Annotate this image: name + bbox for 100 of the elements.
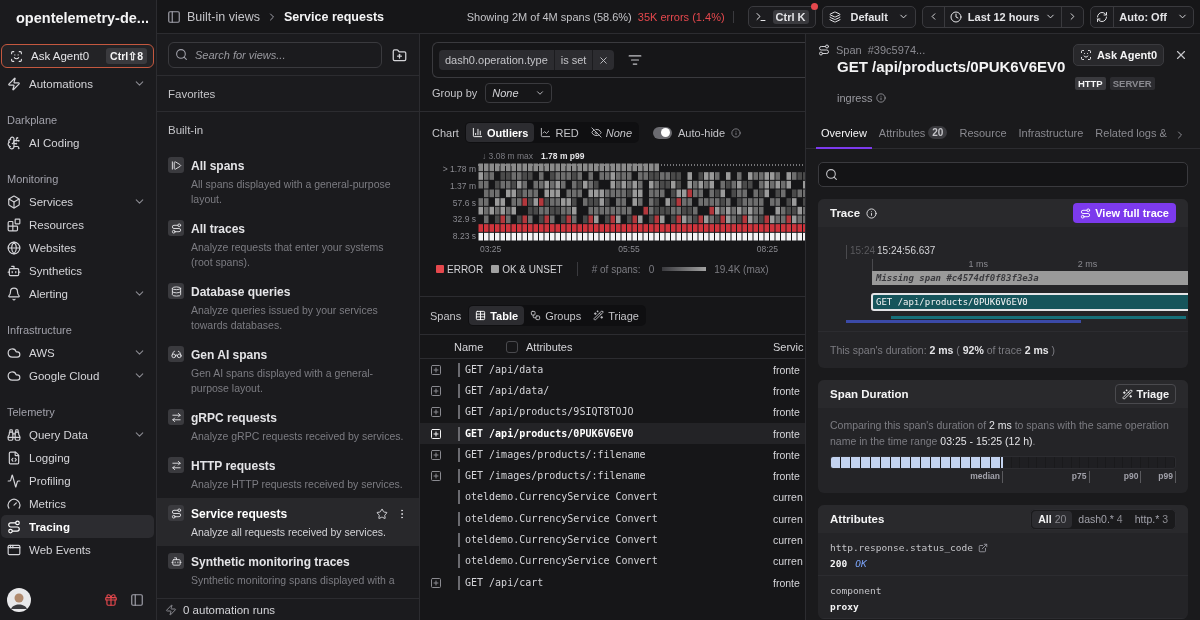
tab[interactable]: Infrastructure [1013,122,1089,149]
ask-agent-button[interactable]: Ask Agent0 [1072,44,1164,66]
axis-label: 57.6 s [452,197,476,208]
automation-runs[interactable]: 0 automation runs [157,598,419,620]
sidebar-item[interactable]: Profiling [1,469,154,492]
external-link-icon[interactable] [978,542,988,553]
sidebar-item[interactable]: AI Coding [1,131,154,154]
sidebar-item[interactable]: Automations [1,72,154,95]
table-cell-text: curren [773,491,804,504]
sidebar-item[interactable]: Logging [1,446,154,469]
count-min: 0 [648,263,655,275]
time-range-dropdown[interactable]: Last 12 hours [944,6,1063,27]
view-description: Analyze HTTP requests received by services. [191,477,404,492]
table-row[interactable]: GET /images/products/:filename fronte [420,465,805,487]
panel-icon[interactable] [167,9,181,24]
tab[interactable]: Resource [954,122,1012,149]
selected-view-item[interactable]: Service requests Analyze all requests received by services. [157,498,419,546]
tick-label: 2 ms [1076,259,1098,271]
selected-span-bar[interactable]: GET /api/products/0PUK6V6EV0 [871,293,1188,311]
sidebar-item[interactable]: Web Events [1,538,154,561]
table-row[interactable]: oteldemo.CurrencyService Convert curren [420,529,805,551]
notification-dot [810,2,818,10]
view-link[interactable]: Gen AI spans [191,346,401,364]
view-link[interactable]: Database queries [191,283,401,301]
table-row[interactable]: oteldemo.CurrencyService Convert curren [420,508,805,530]
sidebar-item[interactable]: Google Cloud [1,364,154,387]
view-description: Synthetic monitoring spans displayed with a [191,573,396,588]
workspace-name: opentelemetry-de... [16,10,149,26]
section-title: Favorites [157,76,419,112]
sidebar-item[interactable]: Metrics [1,492,154,515]
table-row[interactable]: GET /api/data/ fronte [420,380,805,402]
sidebar-item[interactable]: Services [1,190,154,213]
checkbox[interactable] [506,340,518,353]
axis-label: 32.9 s [452,214,476,225]
spans-view-tab[interactable]: Groups [524,306,588,325]
search-field[interactable] [818,162,1188,187]
auto-refresh-dropdown[interactable]: Auto: Off [1114,6,1193,27]
attribute-key: component [830,585,882,596]
new-folder-icon[interactable] [392,47,407,63]
error-count: 35K errors (1.4%) [637,10,734,23]
axis-label: 05:55 [618,244,640,254]
breadcrumb-link[interactable]: Built-in views [187,9,260,24]
table-cell-text: fronte [773,384,801,397]
tab[interactable]: Related logs & [1090,122,1172,149]
table-cell: oteldemo.CurrencyService Convert [458,490,773,505]
table-cell-text: curren [773,534,804,546]
sidebar-item[interactable]: Synthetics [1,259,154,282]
view-link[interactable]: Synthetic monitoring traces [191,553,401,571]
view-link[interactable]: gRPC requests [191,409,401,427]
chart-mode-tab[interactable]: RED [534,123,585,142]
sidebar-item[interactable]: Query Data [1,423,154,446]
tab[interactable]: Attributes 20 [873,122,953,149]
chart-mode-tab[interactable]: Outliers [465,123,535,142]
spans-view-tab[interactable]: Table [469,306,525,325]
group-by-label: Group by [432,87,478,99]
filter-icon[interactable] [628,53,643,67]
table-row[interactable]: GET /api/data fronte [420,359,805,381]
collapse-sidebar-icon[interactable] [130,593,144,607]
route-icon [7,519,21,534]
sidebar-item[interactable]: AWS [1,341,154,364]
view-link[interactable]: All traces [191,220,401,238]
sidebar-item[interactable]: Tracing [1,515,154,538]
missing-span-bar: Missing span #c4574df0f83f3e3a [872,271,1188,285]
table-cell: oteldemo.CurrencyService Convert [458,533,773,547]
sidebar-item[interactable]: Alerting [1,282,154,305]
sidebar-item[interactable]: Websites [1,236,154,259]
card-title: Span Duration [830,388,909,400]
table-row[interactable]: GET /api/cart fronte [420,571,805,594]
ask-agent-button[interactable]: Ask Agent0 Ctrl⇧8 [1,44,154,68]
chart-mode-tab[interactable]: None [584,123,638,142]
group-by-dropdown[interactable]: None [485,83,552,103]
filter-tab[interactable]: http.* 3 [1128,510,1174,528]
view-link[interactable]: HTTP requests [191,457,401,475]
gift-icon[interactable] [104,593,118,607]
table-cell: oteldemo.CurrencyService Convert [458,511,773,526]
star-icon[interactable] [376,508,388,520]
view-link[interactable]: Service requests [191,505,369,523]
command-button[interactable]: Ctrl K [747,5,816,28]
view-full-trace-button[interactable]: View full trace [1073,203,1176,223]
tab[interactable]: Overview [816,122,872,149]
table-row[interactable]: oteldemo.CurrencyService Convert curren [420,550,805,572]
table-cell: GET /api/data [458,362,773,377]
auto-hide-toggle[interactable] [653,126,672,139]
filter-field[interactable]: dash0.operation.type is set [432,42,805,78]
table-row[interactable]: GET /api/products/9SIQT8TOJO fronte [420,401,805,423]
view-link[interactable]: All spans [191,157,401,175]
spans-view-tab[interactable]: Triage [587,306,645,325]
search-field[interactable]: Search for views... [168,42,382,68]
table-row[interactable]: GET /images/products/:filename fronte [420,444,805,466]
sidebar-item[interactable]: Resources [1,213,154,236]
filter-tab[interactable]: All 20 [1032,510,1073,528]
chart-label: Chart [432,126,459,139]
lightning-icon [7,76,21,91]
gauge-icon [7,496,21,511]
triage-button[interactable]: Triage [1114,384,1176,404]
view-dropdown[interactable]: Default [821,5,916,28]
table-row[interactable]: GET /api/products/0PUK6V6EV0 fronte [420,422,805,445]
filter-tab[interactable]: dash0.* 4 [1072,510,1129,528]
table-row[interactable]: oteldemo.CurrencyService Convert curren [420,486,805,509]
close-icon[interactable] [1174,48,1188,62]
